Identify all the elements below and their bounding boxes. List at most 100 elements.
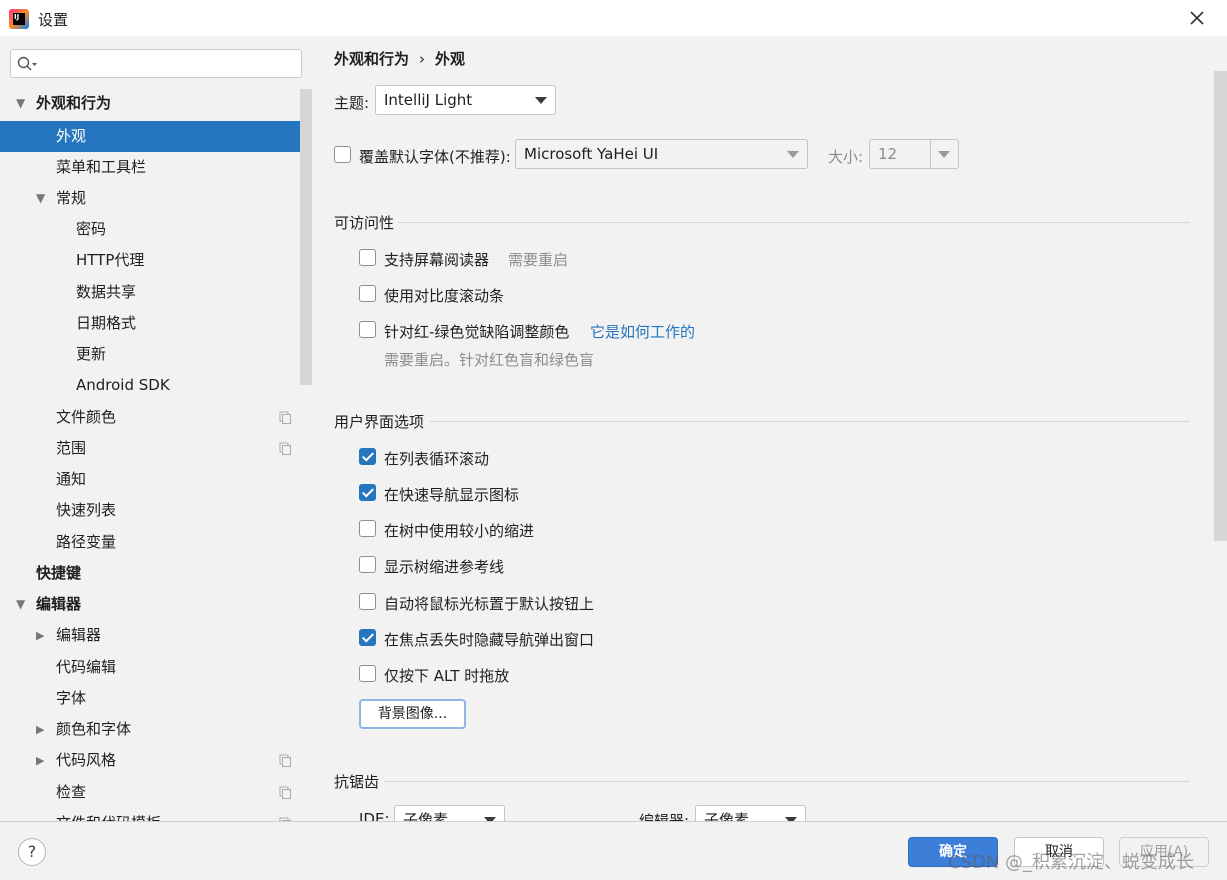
chevron-down-icon[interactable]: ▼	[16, 589, 30, 620]
sidebar-item-label: 代码编辑	[56, 658, 117, 676]
chevron-down-icon	[787, 151, 799, 158]
small-indent-checkbox[interactable]	[359, 520, 376, 537]
sidebar-item-label: 路径变量	[56, 533, 117, 551]
chevron-right-icon[interactable]: ▶	[36, 620, 50, 651]
alt-drag-checkbox[interactable]	[359, 665, 376, 682]
editor-antialiasing-select[interactable]: 子像素	[695, 805, 806, 821]
breadcrumb: 外观和行为 › 外观	[334, 48, 465, 69]
cyclic-scrolling-checkbox[interactable]	[359, 448, 376, 465]
sidebar-item-menus-toolbars[interactable]: 菜单和工具栏	[0, 152, 312, 183]
color-blind-help-link[interactable]: 它是如何工作的	[590, 321, 695, 342]
font-select[interactable]: Microsoft YaHei UI	[515, 139, 808, 169]
font-override-label: 覆盖默认字体(不推荐):	[359, 148, 511, 166]
sidebar-item-editor-general[interactable]: ▶ 编辑器	[0, 620, 312, 651]
sidebar-item-passwords[interactable]: 密码	[0, 214, 312, 245]
sidebar-item-code-style[interactable]: ▶ 代码风格	[0, 745, 312, 776]
sidebar-item-appearance[interactable]: 外观	[0, 121, 312, 152]
settings-search-input[interactable]	[10, 49, 302, 78]
theme-select[interactable]: IntelliJ Light	[375, 85, 556, 115]
combo-divider	[930, 140, 931, 168]
sidebar-item-scopes[interactable]: 范围	[0, 433, 312, 464]
breadcrumb-separator-icon: ›	[419, 50, 426, 68]
sidebar-item-code-editing[interactable]: 代码编辑	[0, 652, 312, 683]
sidebar-item-editor-group[interactable]: ▼ 编辑器	[0, 589, 312, 620]
sidebar-item-label: 菜单和工具栏	[56, 158, 147, 176]
dialog-footer: ? 确定 取消 应用(A) CSDN @_积累沉淀、蜕变成长	[0, 821, 1227, 880]
sidebar-item-file-colors[interactable]: 文件颜色	[0, 402, 312, 433]
color-blind-checkbox[interactable]	[359, 321, 376, 338]
font-select-value: Microsoft YaHei UI	[524, 145, 659, 163]
ide-antialiasing-select[interactable]: 子像素	[394, 805, 505, 821]
close-icon[interactable]	[1187, 8, 1207, 28]
nav-icons-label: 在快速导航显示图标	[384, 486, 520, 504]
sidebar-item-label: 编辑器	[36, 595, 82, 613]
sidebar-scrollbar[interactable]	[300, 89, 312, 385]
sidebar-item-notifications[interactable]: 通知	[0, 464, 312, 495]
hide-nav-popups-label: 在焦点丢失时隐藏导航弹出窗口	[384, 631, 595, 649]
sidebar-item-label: 代码风格	[56, 751, 117, 769]
sidebar-item-file-templates[interactable]: 文件和代码模板	[0, 808, 312, 821]
editor-antialiasing-label: 编辑器:	[639, 812, 690, 821]
project-scope-icon	[279, 754, 291, 767]
mouse-default-button-checkbox[interactable]	[359, 593, 376, 610]
screen-reader-checkbox[interactable]	[359, 249, 376, 266]
theme-label: 主题:	[334, 94, 370, 112]
sidebar-item-keymap[interactable]: 快捷键	[0, 558, 312, 589]
chevron-right-icon[interactable]: ▶	[36, 714, 50, 745]
background-image-button[interactable]: 背景图像...	[359, 699, 466, 729]
screen-reader-label: 支持屏幕阅读器	[384, 251, 490, 269]
indent-guides-checkbox[interactable]	[359, 556, 376, 573]
sidebar-item-appearance-behavior[interactable]: ▼ 外观和行为	[0, 88, 312, 119]
font-override-checkbox[interactable]	[334, 146, 351, 163]
nav-icons-checkbox[interactable]	[359, 484, 376, 501]
sidebar-item-label: 常规	[56, 189, 87, 207]
sidebar-item-date-formats[interactable]: 日期格式	[0, 308, 312, 339]
window-title: 设置	[38, 11, 69, 29]
antialiasing-section-title: 抗锯齿	[334, 773, 380, 791]
watermark: CSDN @_积累沉淀、蜕变成长	[948, 852, 1195, 873]
ui-options-section-title: 用户界面选项	[334, 413, 425, 431]
contrast-scrollbars-checkbox[interactable]	[359, 285, 376, 302]
theme-select-value: IntelliJ Light	[384, 91, 473, 109]
sidebar-item-label: 字体	[56, 689, 87, 707]
accessibility-section-title: 可访问性	[334, 214, 395, 232]
settings-sidebar: ▼ 外观和行为 外观 菜单和工具栏 ▼ 常规 密码 HTTP代理 数据共享 日期…	[0, 36, 312, 821]
chevron-down-icon	[938, 151, 950, 158]
indent-guides-label: 显示树缩进参考线	[384, 558, 505, 576]
breadcrumb-current: 外观	[435, 50, 466, 68]
hide-nav-popups-checkbox[interactable]	[359, 629, 376, 646]
chevron-right-icon[interactable]: ▶	[36, 745, 50, 776]
editor-antialiasing-value: 子像素	[704, 811, 750, 821]
sidebar-item-label: 日期格式	[76, 314, 137, 332]
font-size-value: 12	[878, 145, 898, 163]
sidebar-item-font[interactable]: 字体	[0, 683, 312, 714]
content-scrollbar[interactable]	[1214, 71, 1227, 541]
color-blind-label: 针对红-绿色觉缺陷调整颜色	[384, 323, 570, 341]
chevron-down-icon[interactable]: ▼	[36, 183, 50, 214]
breadcrumb-parent[interactable]: 外观和行为	[334, 50, 409, 68]
chevron-down-icon[interactable]: ▼	[16, 88, 30, 119]
sidebar-item-inspections[interactable]: 检查	[0, 777, 312, 808]
sidebar-item-label: HTTP代理	[76, 251, 145, 269]
sidebar-item-label: Android SDK	[76, 376, 170, 394]
sidebar-item-android-sdk[interactable]: Android SDK	[0, 370, 312, 401]
color-blind-note: 需要重启。针对红色盲和绿色盲	[384, 351, 595, 369]
sidebar-item-color-scheme[interactable]: ▶ 颜色和字体	[0, 714, 312, 745]
screen-reader-note: 需要重启	[508, 251, 569, 269]
section-divider	[384, 781, 1190, 782]
small-indent-label: 在树中使用较小的缩进	[384, 522, 535, 540]
help-button[interactable]: ?	[18, 838, 46, 866]
font-size-select[interactable]: 12	[869, 139, 959, 169]
settings-content: 外观和行为 › 外观 主题: IntelliJ Light 覆盖默认字体(不推荐):…	[312, 36, 1227, 821]
sidebar-item-data-sharing[interactable]: 数据共享	[0, 277, 312, 308]
sidebar-item-label: 检查	[56, 783, 87, 801]
sidebar-item-label: 通知	[56, 470, 87, 488]
sidebar-item-path-variables[interactable]: 路径变量	[0, 527, 312, 558]
sidebar-item-label: 更新	[76, 345, 107, 363]
sidebar-item-updates[interactable]: 更新	[0, 339, 312, 370]
sidebar-item-quick-lists[interactable]: 快速列表	[0, 495, 312, 526]
contrast-scrollbars-label: 使用对比度滚动条	[384, 287, 505, 305]
sidebar-item-http-proxy[interactable]: HTTP代理	[0, 245, 312, 276]
sidebar-item-label: 颜色和字体	[56, 720, 132, 738]
sidebar-item-general[interactable]: ▼ 常规	[0, 183, 312, 214]
